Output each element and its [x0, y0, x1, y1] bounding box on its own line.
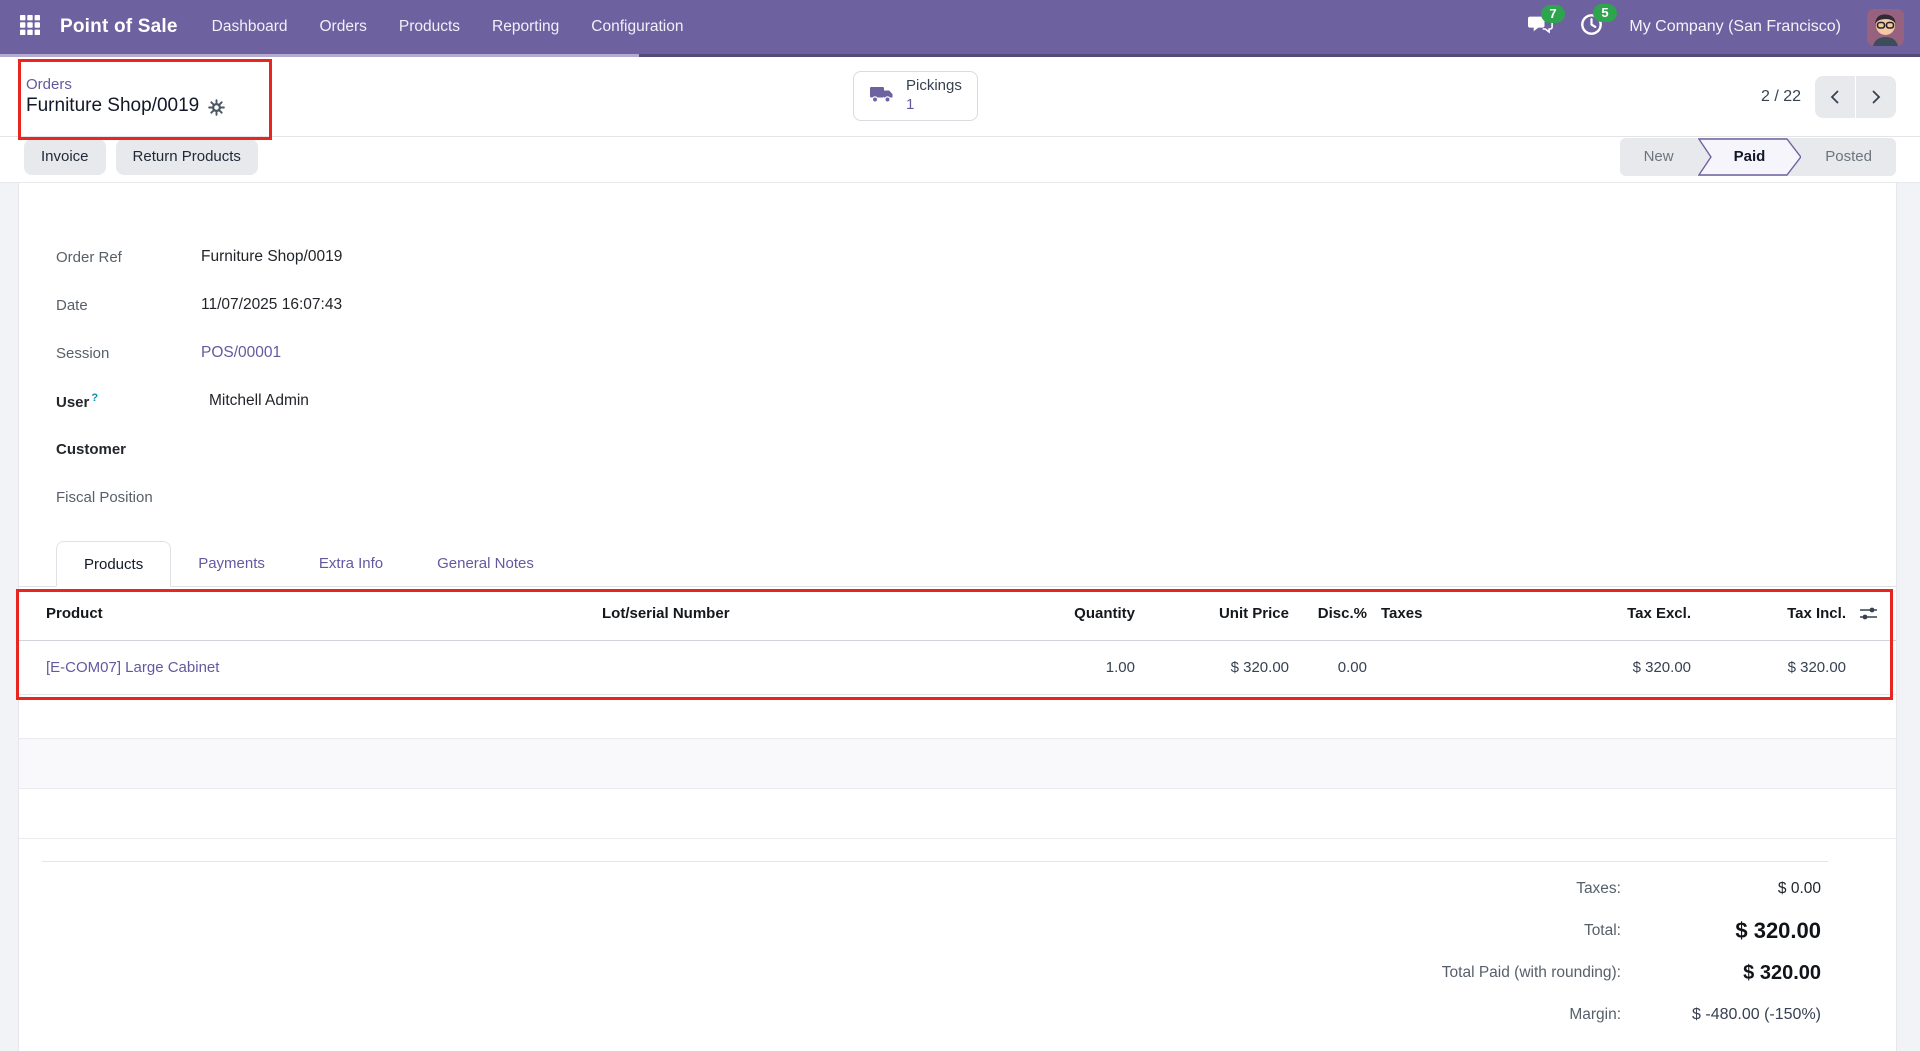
activities-button[interactable]: 5 [1580, 4, 1617, 41]
apps-menu-button[interactable] [10, 7, 50, 47]
field-group: Order Ref Furniture Shop/0019 Date 11/07… [19, 233, 1896, 521]
totals-paid-row: Total Paid (with rounding): $ 320.00 [42, 952, 1828, 994]
field-fiscal-position: Fiscal Position [56, 473, 1896, 521]
form-content-area: Order Ref Furniture Shop/0019 Date 11/07… [0, 183, 1920, 1051]
margin-label: Margin: [1569, 1006, 1621, 1023]
chevron-right-icon [1872, 90, 1881, 103]
totals-margin-row: Margin: $ -480.00 (-150%) [42, 994, 1828, 1036]
cell-quantity: 1.00 [1105, 659, 1135, 676]
empty-table-row [19, 695, 1896, 739]
main-menu: Dashboard Orders Products Reporting Conf… [196, 0, 700, 54]
cell-tax-excl: $ 320.00 [1632, 659, 1691, 676]
products-table-header: Product Lot/serial Number Quantity Unit … [19, 587, 1896, 641]
empty-table-row [19, 789, 1896, 839]
invoice-button[interactable]: Invoice [24, 138, 106, 175]
session-link[interactable]: POS/00001 [201, 344, 281, 362]
truck-icon [869, 83, 895, 110]
messages-button[interactable]: 7 [1528, 4, 1565, 41]
top-navbar: Point of Sale Dashboard Orders Products … [0, 0, 1920, 54]
column-sliders-icon [1860, 607, 1877, 620]
tab-payments[interactable]: Payments [171, 540, 292, 586]
record-name: Furniture Shop/0019 [26, 95, 200, 116]
total-paid-value: $ 320.00 [1743, 961, 1821, 984]
taxes-total-value: $ 0.00 [1777, 880, 1821, 897]
user-label: User? [56, 391, 99, 411]
form-status-strip: Invoice Return Products New Paid Posted [0, 137, 1920, 183]
header-quantity[interactable]: Quantity [902, 605, 1135, 622]
margin-value: $ -480.00 (-150%) [1692, 1006, 1821, 1023]
date-label: Date [56, 296, 88, 314]
company-switcher[interactable]: My Company (San Francisco) [1629, 18, 1841, 36]
product-table-row[interactable]: [E-COM07] Large Cabinet 1.00 $ 320.00 0.… [19, 641, 1896, 695]
header-tax-excl[interactable]: Tax Excl. [1549, 605, 1691, 622]
chevron-left-icon [1830, 90, 1839, 103]
fiscal-position-label: Fiscal Position [56, 488, 153, 506]
pickings-count: 1 [906, 96, 915, 113]
pager-value[interactable]: 2 / 22 [1761, 88, 1801, 106]
header-lot-serial[interactable]: Lot/serial Number [602, 605, 902, 622]
menu-products[interactable]: Products [383, 0, 476, 54]
menu-dashboard[interactable]: Dashboard [196, 0, 304, 54]
header-tax-incl[interactable]: Tax Incl. [1691, 605, 1846, 622]
pager: 2 / 22 [1761, 75, 1896, 118]
breadcrumb: Orders Furniture Shop/0019 [24, 76, 226, 117]
messages-badge: 7 [1541, 4, 1565, 23]
order-ref-label: Order Ref [56, 248, 122, 266]
header-discount[interactable]: Disc.% [1289, 605, 1367, 622]
order-ref-value[interactable]: Furniture Shop/0019 [201, 248, 342, 266]
total-value: $ 320.00 [1735, 918, 1821, 943]
header-product[interactable]: Product [46, 605, 602, 622]
status-step-posted[interactable]: Posted [1801, 138, 1896, 176]
breadcrumb-orders-link[interactable]: Orders [26, 76, 225, 93]
statusbar: New Paid Posted [1619, 137, 1896, 176]
user-value[interactable]: Mitchell Admin [201, 392, 309, 410]
field-date: Date 11/07/2025 16:07:43 [56, 281, 1896, 329]
total-paid-label: Total Paid (with rounding): [1441, 964, 1621, 981]
menu-orders[interactable]: Orders [304, 0, 383, 54]
empty-table-row [19, 739, 1896, 789]
user-avatar[interactable] [1867, 8, 1904, 46]
tab-extra-info[interactable]: Extra Info [292, 540, 410, 586]
date-value[interactable]: 11/07/2025 16:07:43 [201, 296, 342, 314]
help-question-icon: ? [91, 391, 99, 404]
taxes-total-label: Taxes: [1576, 880, 1621, 897]
field-customer: Customer [56, 425, 1896, 473]
totals-total-row: Total: $ 320.00 [42, 910, 1828, 952]
gear-icon[interactable] [208, 98, 226, 116]
cell-discount: 0.00 [1337, 659, 1367, 676]
status-step-paid[interactable]: Paid [1697, 137, 1802, 176]
field-order-ref: Order Ref Furniture Shop/0019 [56, 233, 1896, 281]
header-taxes[interactable]: Taxes [1367, 605, 1549, 622]
cell-tax-incl: $ 320.00 [1787, 659, 1846, 676]
customer-label: Customer [56, 440, 127, 458]
totals-taxes-row: Taxes: $ 0.00 [42, 868, 1828, 910]
optional-columns-button[interactable] [1846, 605, 1884, 622]
field-session: Session POS/00001 [56, 329, 1896, 377]
tab-products[interactable]: Products [56, 541, 172, 587]
total-label: Total: [1583, 922, 1621, 939]
status-step-new[interactable]: New [1620, 138, 1698, 176]
pickings-button[interactable]: Pickings 1 [853, 71, 978, 121]
product-link[interactable]: [E-COM07] Large Cabinet [46, 659, 219, 676]
form-sheet: Order Ref Furniture Shop/0019 Date 11/07… [18, 183, 1897, 1051]
tab-general-notes[interactable]: General Notes [410, 540, 561, 586]
activities-badge: 5 [1593, 4, 1617, 22]
notebook-tabs: Products Payments Extra Info General Not… [19, 541, 1896, 587]
field-user: User? Mitchell Admin [56, 377, 1896, 425]
pager-previous-button[interactable] [1815, 75, 1855, 118]
record-title: Furniture Shop/0019 [26, 95, 226, 117]
pickings-label: Pickings [906, 77, 962, 95]
app-name[interactable]: Point of Sale [56, 16, 190, 38]
session-label: Session [56, 344, 110, 362]
apps-grid-icon [19, 14, 41, 41]
cell-unit-price: $ 320.00 [1230, 659, 1289, 676]
order-totals: Taxes: $ 0.00 Total: $ 320.00 Total Paid… [42, 861, 1828, 1036]
status-step-paid-label: Paid [1733, 148, 1766, 165]
return-products-button[interactable]: Return Products [115, 138, 258, 175]
header-unit-price[interactable]: Unit Price [1135, 605, 1289, 622]
pager-next-button[interactable] [1856, 75, 1896, 118]
control-panel: Orders Furniture Shop/0019 Pickings 1 2 … [0, 57, 1920, 137]
menu-configuration[interactable]: Configuration [575, 0, 699, 54]
menu-reporting[interactable]: Reporting [476, 0, 575, 54]
